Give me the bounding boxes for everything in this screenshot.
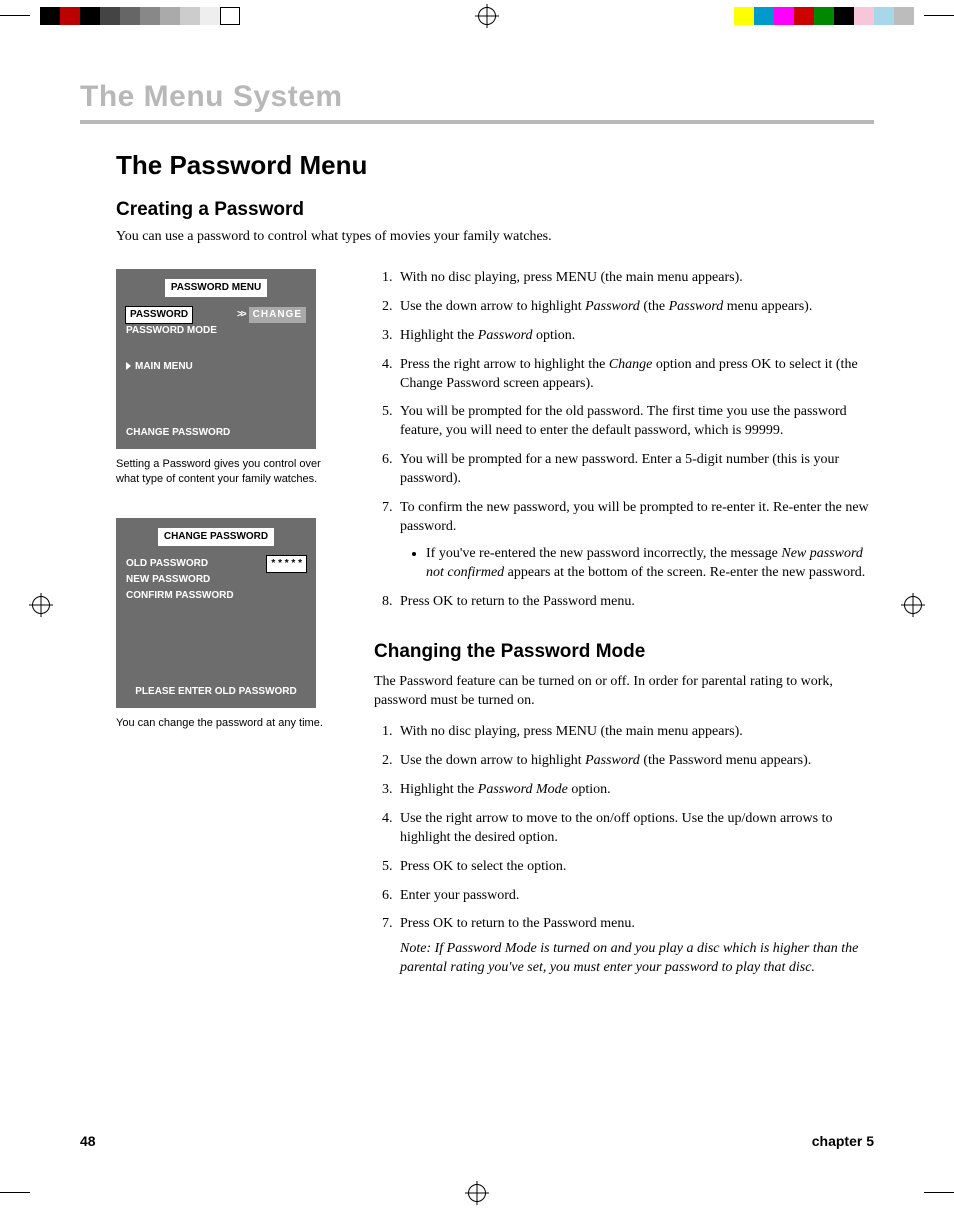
osd-item-password-mode: PASSWORD MODE bbox=[126, 323, 306, 339]
step: With no disc playing, press MENU (the ma… bbox=[396, 723, 874, 742]
step: You will be prompted for the old passwor… bbox=[396, 403, 874, 441]
caret-right-icon bbox=[126, 362, 131, 370]
chevron-right-icon: >> bbox=[237, 307, 245, 323]
figure-caption: Setting a Password gives you control ove… bbox=[116, 457, 346, 488]
osd-label-old-password: OLD PASSWORD bbox=[126, 556, 208, 572]
crop-mark bbox=[0, 1181, 40, 1205]
step: Press OK to select the option. bbox=[396, 858, 874, 877]
print-registration-bottom bbox=[0, 1181, 954, 1205]
step: Press the right arrow to highlight the C… bbox=[396, 356, 874, 394]
registration-mark-icon bbox=[478, 7, 496, 25]
step: Use the right arrow to move to the on/of… bbox=[396, 810, 874, 848]
print-registration-top bbox=[0, 4, 954, 28]
chapter-label: chapter 5 bbox=[812, 1133, 874, 1149]
step: Highlight the Password option. bbox=[396, 327, 874, 346]
step: Use the down arrow to highlight Password… bbox=[396, 752, 874, 771]
page-footer: 48 chapter 5 bbox=[80, 1133, 874, 1149]
osd-status-bar: CHANGE PASSWORD bbox=[126, 425, 306, 441]
subsection-heading: Creating a Password bbox=[116, 199, 874, 221]
osd-field-stars: * * * * * bbox=[267, 556, 306, 572]
text-column: With no disc playing, press MENU (the ma… bbox=[374, 269, 874, 988]
step: Highlight the Password Mode option. bbox=[396, 781, 874, 800]
osd-label-confirm-password: CONFIRM PASSWORD bbox=[126, 588, 306, 604]
crop-mark bbox=[0, 4, 40, 28]
osd-title: CHANGE PASSWORD bbox=[158, 528, 274, 546]
page-number: 48 bbox=[80, 1133, 96, 1149]
osd-item-change: CHANGE bbox=[249, 307, 306, 323]
chapter-heading: The Menu System bbox=[80, 80, 874, 124]
crop-mark bbox=[914, 1181, 954, 1205]
step: Use the down arrow to highlight Password… bbox=[396, 298, 874, 317]
osd-label-new-password: NEW PASSWORD bbox=[126, 572, 306, 588]
crop-mark bbox=[914, 4, 954, 28]
step: With no disc playing, press MENU (the ma… bbox=[396, 269, 874, 288]
figure-column: PASSWORD MENU PASSWORD >> CHANGE PASSWOR… bbox=[116, 269, 346, 988]
section-title: The Password Menu bbox=[116, 150, 874, 181]
steps-creating-password: With no disc playing, press MENU (the ma… bbox=[374, 269, 874, 611]
osd-prompt: PLEASE ENTER OLD PASSWORD bbox=[126, 684, 306, 700]
page-body: The Menu System The Password Menu Creati… bbox=[80, 80, 874, 1129]
registration-mark-icon bbox=[904, 596, 922, 614]
osd-item-main-menu: MAIN MENU bbox=[126, 359, 306, 375]
substep: If you've re-entered the new password in… bbox=[426, 545, 874, 583]
registration-mark-icon bbox=[468, 1184, 486, 1202]
osd-screenshot-password-menu: PASSWORD MENU PASSWORD >> CHANGE PASSWOR… bbox=[116, 269, 316, 449]
note: Note: If Password Mode is turned on and … bbox=[400, 940, 874, 978]
steps-password-mode: With no disc playing, press MENU (the ma… bbox=[374, 723, 874, 978]
subsection-heading: Changing the Password Mode bbox=[374, 641, 874, 663]
step: Press OK to return to the Password menu. bbox=[396, 593, 874, 612]
figure-caption: You can change the password at any time. bbox=[116, 716, 346, 731]
body-paragraph: The Password feature can be turned on or… bbox=[374, 673, 874, 711]
substeps: If you've re-entered the new password in… bbox=[400, 545, 874, 583]
step: You will be prompted for a new password.… bbox=[396, 451, 874, 489]
color-bars-right bbox=[734, 7, 914, 25]
intro-paragraph: You can use a password to control what t… bbox=[116, 229, 874, 245]
step: To confirm the new password, you will be… bbox=[396, 499, 874, 583]
color-bars-left bbox=[40, 7, 240, 25]
registration-mark-icon bbox=[32, 596, 50, 614]
osd-item-password: PASSWORD bbox=[126, 307, 192, 323]
step: Enter your password. bbox=[396, 887, 874, 906]
osd-screenshot-change-password: CHANGE PASSWORD OLD PASSWORD * * * * * N… bbox=[116, 518, 316, 708]
osd-title: PASSWORD MENU bbox=[165, 279, 267, 297]
step: Press OK to return to the Password menu.… bbox=[396, 915, 874, 978]
